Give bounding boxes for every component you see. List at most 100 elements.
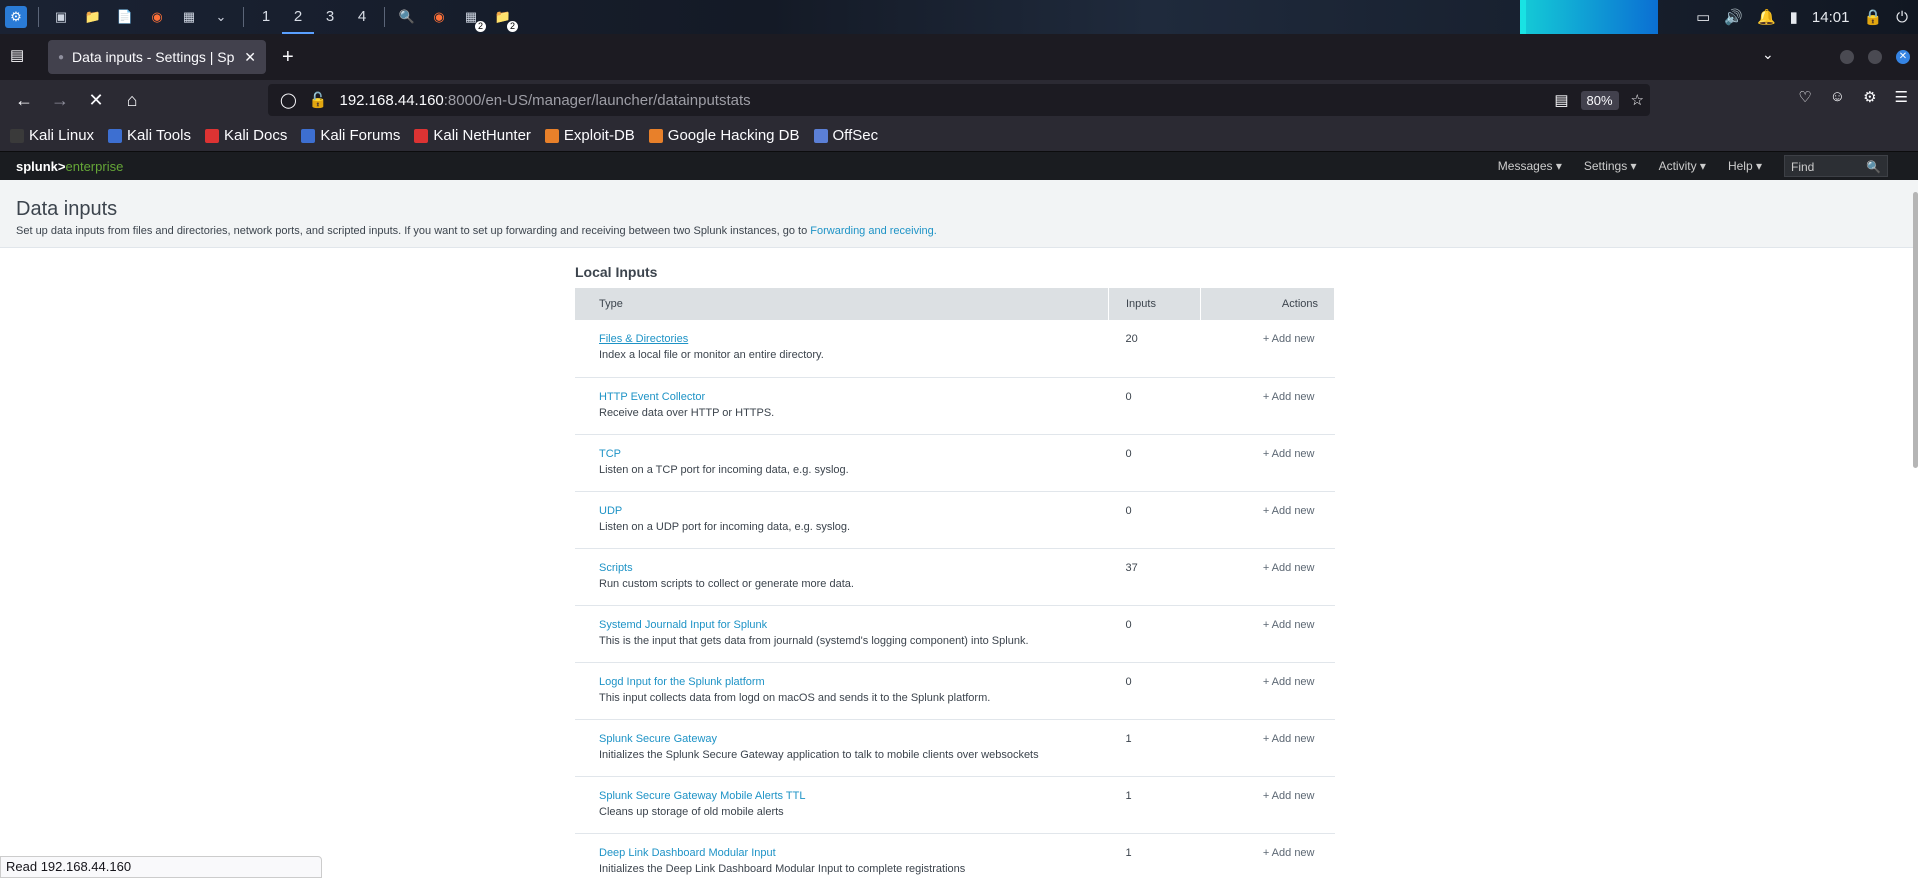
add-new-link[interactable]: + Add new xyxy=(1200,377,1335,435)
input-type-description: Listen on a UDP port for incoming data, … xyxy=(599,520,851,533)
input-count: 37 xyxy=(1108,548,1201,606)
type-cell: Scripts Run custom scripts to collect or … xyxy=(575,548,1109,606)
new-tab-button[interactable]: + xyxy=(282,46,294,69)
input-type-link[interactable]: Splunk Secure Gateway xyxy=(599,733,1109,745)
maximize-button[interactable] xyxy=(1868,50,1882,64)
volume-icon[interactable]: 🔊 xyxy=(1724,8,1743,26)
shield-icon[interactable]: ◯ xyxy=(280,91,297,109)
display-icon[interactable]: ▭ xyxy=(1696,8,1710,26)
input-type-link[interactable]: HTTP Event Collector xyxy=(599,391,1109,403)
type-cell: Deep Link Dashboard Modular Input Initial… xyxy=(575,833,1109,878)
forwarding-link[interactable]: Forwarding and receiving. xyxy=(810,225,937,237)
add-new-link[interactable]: + Add new xyxy=(1200,434,1335,492)
page-header: Data inputs Set up data inputs from file… xyxy=(0,180,1918,248)
workspace-1[interactable]: 1 xyxy=(250,0,282,34)
zoom-level[interactable]: 80% xyxy=(1580,90,1619,110)
workspace-3[interactable]: 3 xyxy=(314,0,346,34)
table-row: Splunk Secure Gateway Mobile Alerts TTL C… xyxy=(575,776,1335,834)
tab-list-chevron-icon[interactable]: ⌄ xyxy=(1762,46,1774,63)
chevron-down-icon[interactable]: ⌄ xyxy=(210,6,232,28)
account-icon[interactable]: ☺ xyxy=(1830,88,1845,106)
add-new-link[interactable]: + Add new xyxy=(1200,320,1335,378)
add-new-link[interactable]: + Add new xyxy=(1200,776,1335,834)
bookmark-exploit-db[interactable]: Exploit-DB xyxy=(544,127,635,144)
input-type-description: Initializes the Deep Link Dashboard Modu… xyxy=(599,862,966,875)
page-description: Set up data inputs from files and direct… xyxy=(16,225,937,237)
input-type-link[interactable]: TCP xyxy=(599,448,1109,460)
bookmark-kali-linux[interactable]: Kali Linux xyxy=(10,127,94,144)
text-editor-icon[interactable]: 📄 xyxy=(114,6,136,28)
file-window-icon[interactable]: 📁 2 xyxy=(492,6,518,32)
lock-icon[interactable]: 🔒 xyxy=(1863,8,1882,26)
add-new-link[interactable]: + Add new xyxy=(1200,548,1335,606)
firefox-launcher-icon[interactable]: ◉ xyxy=(146,6,168,28)
input-type-link[interactable]: Scripts xyxy=(599,562,1109,574)
find-input[interactable]: Find 🔍 xyxy=(1784,155,1888,177)
file-manager-icon[interactable]: 📁 xyxy=(82,6,104,28)
search-app-icon[interactable]: 🔍 xyxy=(396,6,418,28)
power-icon[interactable]: ⏻ xyxy=(1896,9,1908,26)
tab-data-inputs[interactable]: ● Data inputs - Settings | Sp ✕ xyxy=(48,40,266,74)
menu-messages[interactable]: Messages ▾ xyxy=(1498,159,1562,173)
workspace-4[interactable]: 4 xyxy=(346,0,378,34)
pocket-icon[interactable]: ♡ xyxy=(1798,88,1811,106)
loading-dot-icon: ● xyxy=(58,51,65,63)
url-text[interactable]: 192.168.44.160:8000/en-US/manager/launch… xyxy=(339,92,750,109)
terminal-launcher-icon[interactable]: ▦ xyxy=(178,6,200,28)
close-window-button[interactable]: ✕ xyxy=(1896,50,1910,64)
add-new-link[interactable]: + Add new xyxy=(1200,491,1335,549)
input-type-link[interactable]: Splunk Secure Gateway Mobile Alerts TTL xyxy=(599,790,1109,802)
table-row: HTTP Event Collector Receive data over HT… xyxy=(575,377,1335,435)
bookmark-star-icon[interactable]: ☆ xyxy=(1631,91,1644,109)
input-type-description: This is the input that gets data from jo… xyxy=(599,634,1029,647)
input-type-link[interactable]: UDP xyxy=(599,505,1109,517)
desktop-icon[interactable]: ▣ xyxy=(50,6,72,28)
stop-loading-button[interactable]: ✕ xyxy=(78,84,114,116)
page-scrollbar[interactable] xyxy=(1913,192,1918,468)
search-icon[interactable]: 🔍 xyxy=(1866,160,1881,174)
tab-overview-icon[interactable]: ▤ xyxy=(10,46,24,64)
lock-warning-icon[interactable]: 🔓 xyxy=(309,91,328,109)
add-new-link[interactable]: + Add new xyxy=(1200,662,1335,720)
forward-button[interactable]: → xyxy=(42,84,78,116)
workspace-2[interactable]: 2 xyxy=(282,0,314,34)
bookmark-kali-forums[interactable]: Kali Forums xyxy=(301,127,400,144)
close-tab-icon[interactable]: ✕ xyxy=(244,49,256,66)
add-new-link[interactable]: + Add new xyxy=(1200,605,1335,663)
extensions-icon[interactable]: ⚙ xyxy=(1863,88,1876,106)
bookmark-offsec[interactable]: OffSec xyxy=(813,127,878,144)
input-count: 20 xyxy=(1108,320,1201,378)
minimize-button[interactable] xyxy=(1840,50,1854,64)
bookmark-kali-nethunter[interactable]: Kali NetHunter xyxy=(414,127,531,144)
firefox-window-icon[interactable]: ◉ xyxy=(428,6,450,28)
back-button[interactable]: ← xyxy=(6,84,42,116)
terminal-window-icon[interactable]: ▦ 2 xyxy=(460,6,486,32)
main-content: Data inputs Set up data inputs from file… xyxy=(0,180,1918,878)
home-button[interactable]: ⌂ xyxy=(114,84,150,116)
bookmark-kali-tools[interactable]: Kali Tools xyxy=(108,127,191,144)
input-type-link[interactable]: Systemd Journald Input for Splunk xyxy=(599,619,1109,631)
type-cell: TCP Listen on a TCP port for incoming dat… xyxy=(575,434,1109,492)
menu-activity[interactable]: Activity ▾ xyxy=(1659,159,1706,173)
input-type-link[interactable]: Logd Input for the Splunk platform xyxy=(599,676,1109,688)
nethunter-icon xyxy=(414,128,429,143)
bell-icon[interactable]: 🔔 xyxy=(1757,8,1776,26)
add-new-link[interactable]: + Add new xyxy=(1200,833,1335,878)
table-row: Systemd Journald Input for Splunk This is… xyxy=(575,605,1335,663)
menu-help[interactable]: Help ▾ xyxy=(1728,159,1762,173)
kali-menu-icon[interactable]: ⚙ xyxy=(5,6,27,28)
battery-icon[interactable]: ▮ xyxy=(1790,8,1798,26)
bookmark-google-hacking-db[interactable]: Google Hacking DB xyxy=(648,127,800,144)
input-type-link[interactable]: Files & Directories xyxy=(599,333,1109,345)
table-row: Scripts Run custom scripts to collect or … xyxy=(575,548,1335,606)
hamburger-menu-icon[interactable]: ☰ xyxy=(1895,88,1908,106)
add-new-link[interactable]: + Add new xyxy=(1200,719,1335,777)
menu-settings[interactable]: Settings ▾ xyxy=(1584,159,1637,173)
bookmark-kali-docs[interactable]: Kali Docs xyxy=(204,127,287,144)
splunk-logo[interactable]: splunk>enterprise xyxy=(16,159,123,174)
input-type-link[interactable]: Deep Link Dashboard Modular Input xyxy=(599,847,1109,859)
clock[interactable]: 14:01 xyxy=(1812,9,1850,26)
reader-view-icon[interactable]: ▤ xyxy=(1554,91,1568,109)
input-count: 0 xyxy=(1108,605,1201,663)
url-bar[interactable]: ◯ 🔓 192.168.44.160:8000/en-US/manager/la… xyxy=(268,84,1650,116)
